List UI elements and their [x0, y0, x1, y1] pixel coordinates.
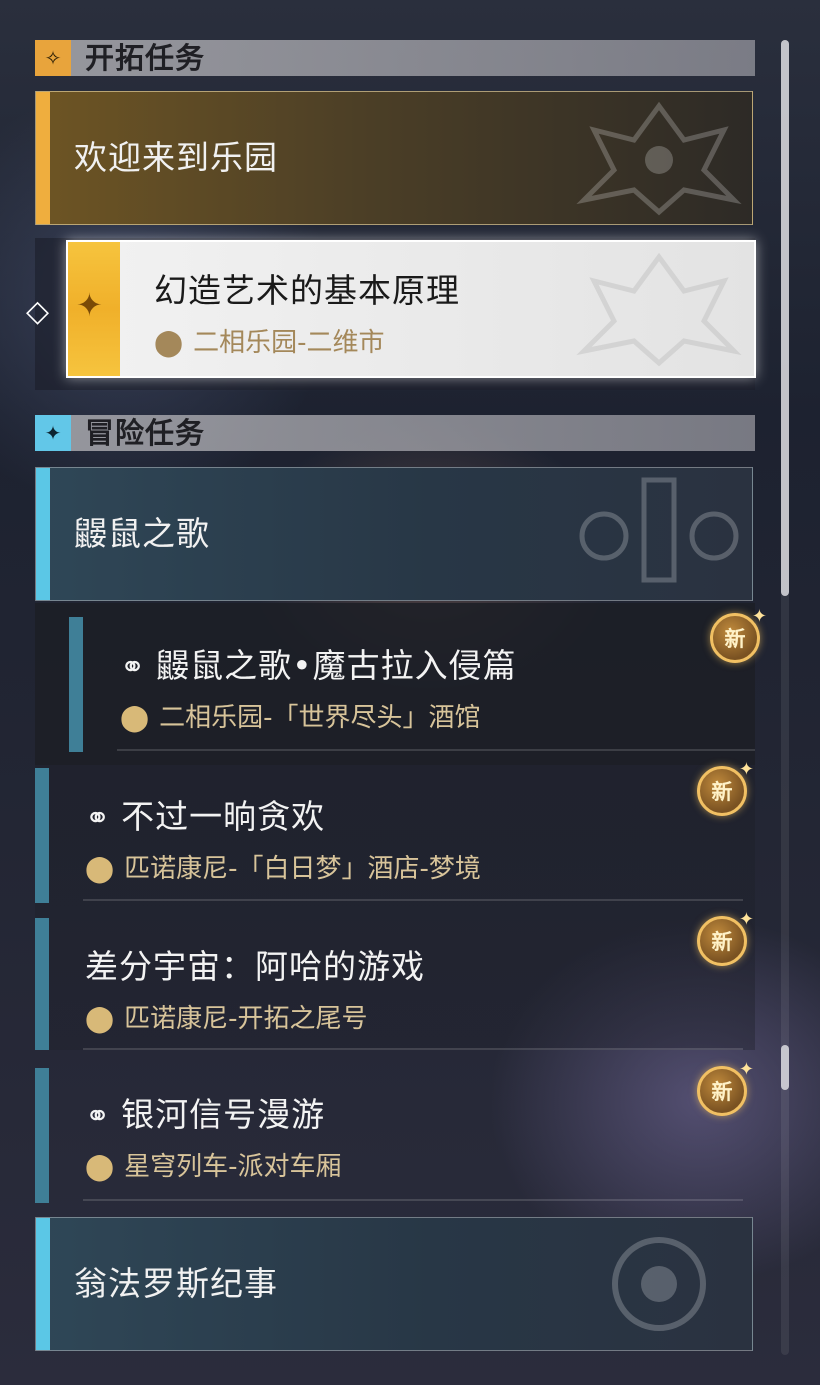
new-badge: 新 ✦ [697, 759, 754, 816]
sparkle-compass-icon: ✧ [35, 40, 71, 76]
badge-text: 新 [724, 627, 746, 651]
group-title: 欢迎来到乐园 [74, 138, 278, 177]
quest-link-icon: ⚭ [120, 650, 147, 685]
quest-item[interactable]: ⚭ 银河信号漫游 ⬤ 星穹列车-派对车厢 新 ✦ [35, 1059, 755, 1203]
quest-title: ⚭ 银河信号漫游 [85, 1088, 325, 1136]
sparkle-icon: ✦ [751, 606, 767, 627]
location-pin-icon: ⬤ [85, 1004, 115, 1034]
location-text: 星穹列车-派对车厢 [124, 1152, 342, 1182]
quest-title-text: 鼹鼠之歌•魔古拉入侵篇 [156, 646, 517, 685]
location-pin-icon: ⬤ [85, 1152, 115, 1182]
divider [83, 1048, 743, 1050]
selection-arrow-icon: ◇ [26, 294, 50, 329]
quest-title: 幻造艺术的基本原理 [154, 271, 460, 310]
new-badge: 新 ✦ [710, 606, 767, 663]
quest-link-icon: ⚭ [85, 801, 112, 836]
quest-accent-bar [35, 1068, 49, 1203]
dragon-emblem-icon [576, 101, 742, 216]
badge-text: 新 [711, 780, 733, 804]
location-pin-icon: ⬤ [154, 328, 184, 358]
sparkle-icon: ✦ [738, 759, 754, 780]
quest-group-pioneer[interactable]: 欢迎来到乐园 [35, 91, 753, 225]
badge-text: 新 [711, 1080, 733, 1104]
quest-item[interactable]: 差分宇宙：阿哈的游戏 ⬤ 匹诺康尼-开拓之尾号 新 ✦ [35, 909, 755, 1050]
quest-title: 差分宇宙：阿哈的游戏 [85, 940, 425, 988]
selected-quest-card[interactable]: ✦ 幻造艺术的基本原理 ⬤ 二相乐园-二维市 [66, 240, 756, 378]
group-title: 翁法罗斯纪事 [74, 1264, 278, 1303]
quest-group-amphoreus[interactable]: 翁法罗斯纪事 [35, 1217, 753, 1351]
dragon-emblem-icon [576, 252, 742, 367]
badge-text: 新 [711, 930, 733, 954]
new-badge: 新 ✦ [697, 909, 754, 966]
group-accent-bar [36, 468, 50, 600]
quest-accent-bar [35, 768, 49, 903]
quest-location: ⬤ 二相乐园-二维市 [154, 322, 385, 359]
four-point-star-icon: ✦ [35, 415, 71, 451]
section-title: 开拓任务 [85, 41, 206, 75]
adventure-section-header: ✦ 冒险任务 [35, 415, 755, 451]
crown-emblem-icon [579, 477, 739, 583]
scrollbar-thumb[interactable] [781, 40, 789, 596]
quest-item[interactable]: ⚭ 鼹鼠之歌•魔古拉入侵篇 ⬤ 二相乐园-「世界尽头」酒馆 新 ✦ [35, 603, 767, 765]
divider [83, 899, 743, 901]
location-pin-icon: ⬤ [85, 854, 115, 884]
quest-accent-bar [69, 617, 83, 752]
section-title: 冒险任务 [85, 416, 206, 450]
quest-title-text: 不过一晌贪欢 [121, 797, 326, 836]
location-text: 匹诺康尼-「白日梦」酒店-梦境 [124, 854, 481, 884]
scrollbar-thumb-secondary[interactable] [781, 1045, 789, 1090]
quest-title-text: 差分宇宙：阿哈的游戏 [85, 947, 425, 986]
pioneer-section-header: ✧ 开拓任务 [35, 40, 755, 76]
location-text: 匹诺康尼-开拓之尾号 [124, 1004, 368, 1034]
group-accent-bar [36, 92, 50, 224]
location-text: 二相乐园-「世界尽头」酒馆 [159, 703, 481, 733]
location-pin-icon: ⬤ [120, 703, 150, 733]
divider [83, 1199, 743, 1201]
quest-item[interactable]: ⚭ 不过一晌贪欢 ⬤ 匹诺康尼-「白日梦」酒店-梦境 新 ✦ [35, 759, 755, 903]
quest-accent-bar [35, 918, 49, 1050]
quest-location: ⬤ 匹诺康尼-开拓之尾号 [85, 998, 368, 1035]
quest-location: ⬤ 星穹列车-派对车厢 [85, 1146, 342, 1183]
group-accent-bar [36, 1218, 50, 1350]
divider [117, 749, 755, 751]
selected-quest-strip: ✦ [68, 242, 120, 376]
group-title: 鼹鼠之歌 [74, 514, 210, 553]
location-text: 二相乐园-二维市 [193, 328, 385, 358]
new-badge: 新 ✦ [697, 1059, 754, 1116]
quest-location: ⬤ 二相乐园-「世界尽头」酒馆 [120, 697, 481, 734]
sparkle-icon: ✦ [738, 1059, 754, 1080]
sun-emblem-icon [612, 1237, 706, 1331]
sparkle-icon: ✦ [738, 909, 754, 930]
quest-title: ⚭ 不过一晌贪欢 [85, 790, 325, 838]
quest-title-text: 银河信号漫游 [121, 1095, 326, 1134]
quest-location: ⬤ 匹诺康尼-「白日梦」酒店-梦境 [85, 848, 481, 885]
quest-title: ⚭ 鼹鼠之歌•魔古拉入侵篇 [120, 639, 517, 687]
quest-group-mole-song[interactable]: 鼹鼠之歌 [35, 467, 753, 601]
star-emblem-icon: ✦ [76, 286, 103, 324]
quest-link-icon: ⚭ [85, 1099, 112, 1134]
